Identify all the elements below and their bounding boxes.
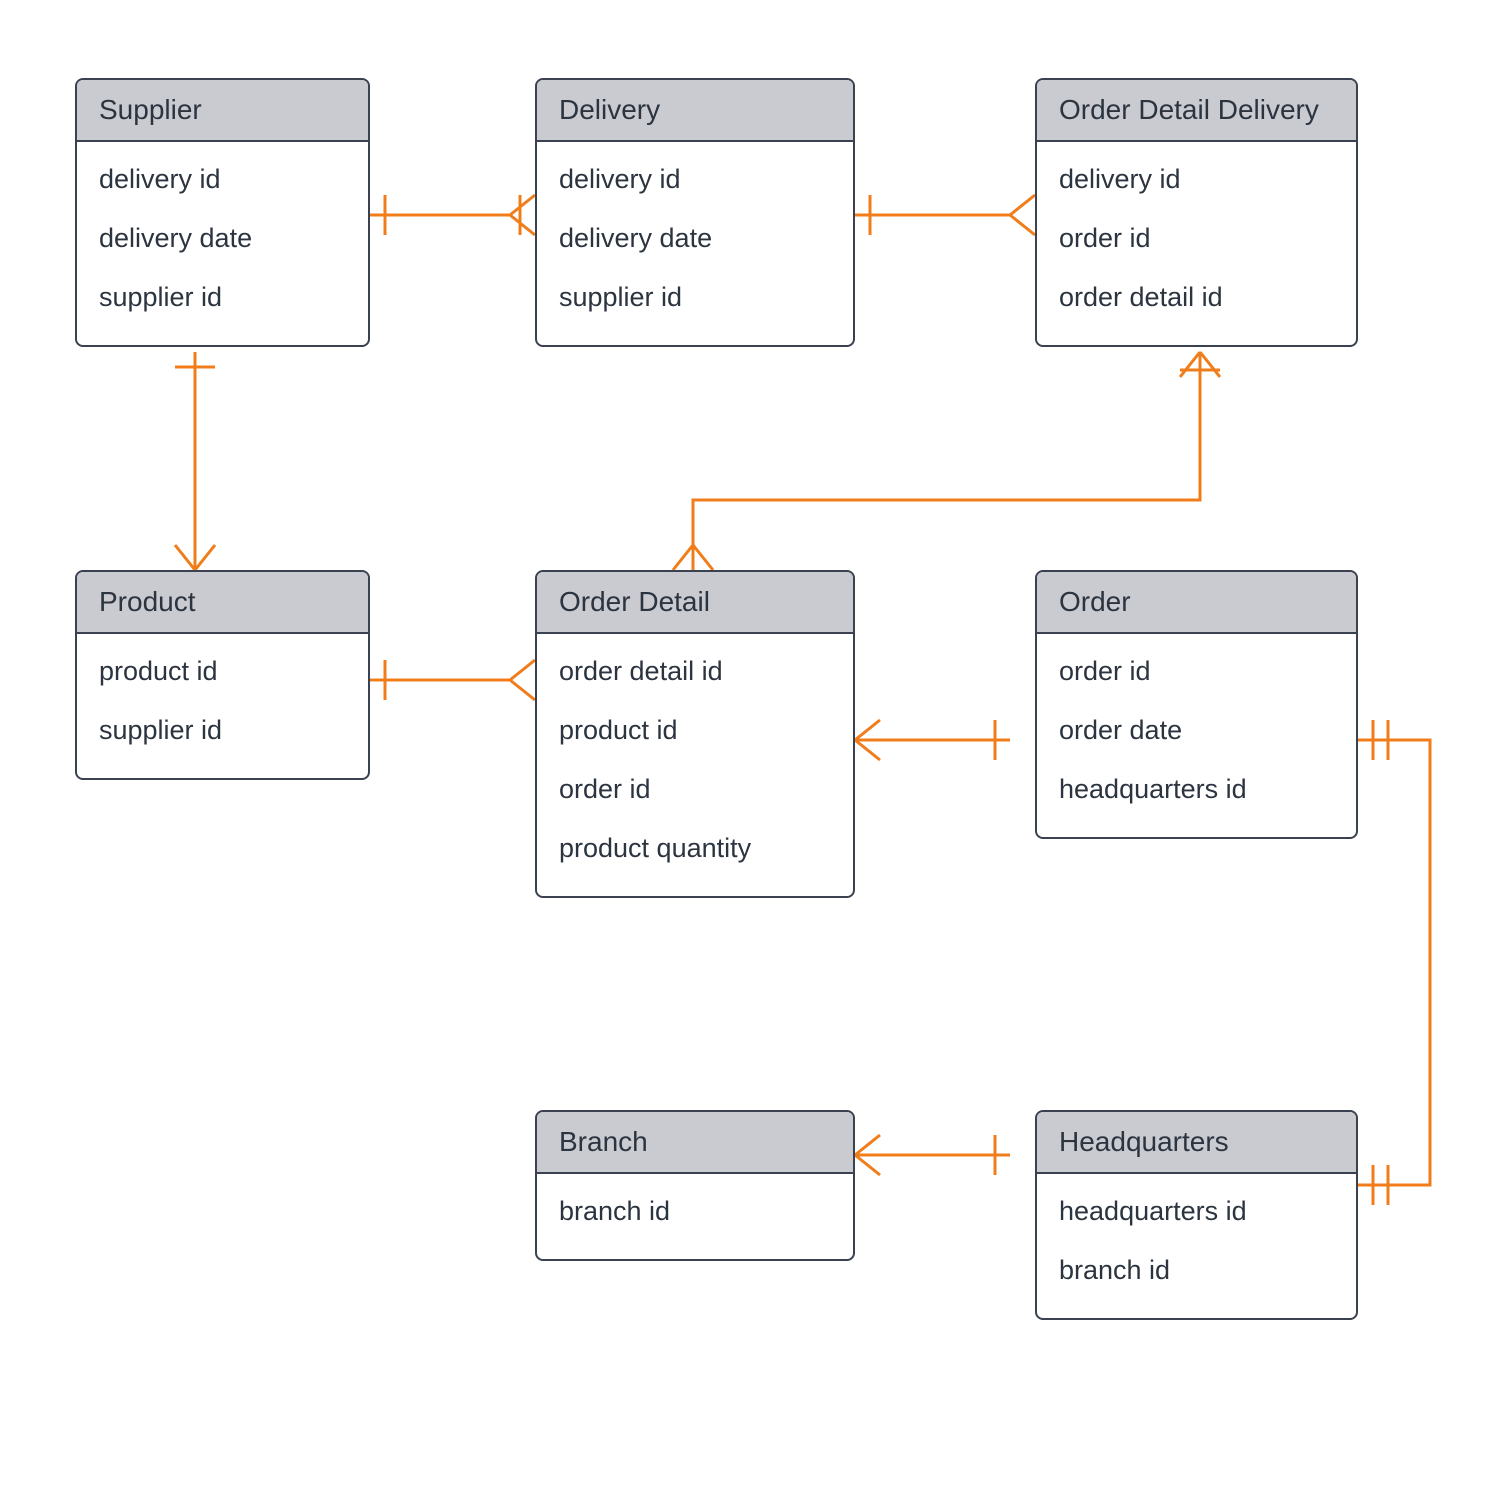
- entity-title: Delivery: [537, 80, 853, 142]
- entity-title: Order: [1037, 572, 1356, 634]
- entity-branch[interactable]: Branch branch id: [535, 1110, 855, 1261]
- entity-attribute: supplier id: [559, 268, 831, 327]
- entity-title: Product: [77, 572, 368, 634]
- entity-attribute: product quantity: [559, 819, 831, 878]
- entity-order-detail[interactable]: Order Detail order detail id product id …: [535, 570, 855, 898]
- entity-title: Order Detail Delivery: [1037, 80, 1356, 142]
- entity-attribute: order detail id: [559, 642, 831, 701]
- entity-order-detail-delivery[interactable]: Order Detail Delivery delivery id order …: [1035, 78, 1358, 347]
- entity-attribute: order date: [1059, 701, 1334, 760]
- entity-attribute: product id: [559, 701, 831, 760]
- entity-attribute: delivery id: [99, 150, 346, 209]
- entity-title: Headquarters: [1037, 1112, 1356, 1174]
- entity-attribute: order detail id: [1059, 268, 1334, 327]
- er-diagram-canvas: Supplier delivery id delivery date suppl…: [0, 0, 1500, 1500]
- entity-supplier[interactable]: Supplier delivery id delivery date suppl…: [75, 78, 370, 347]
- entity-attribute: supplier id: [99, 701, 346, 760]
- entity-product[interactable]: Product product id supplier id: [75, 570, 370, 780]
- entity-body: order detail id product id order id prod…: [537, 634, 853, 896]
- entity-body: headquarters id branch id: [1037, 1174, 1356, 1318]
- entity-title: Branch: [537, 1112, 853, 1174]
- entity-delivery[interactable]: Delivery delivery id delivery date suppl…: [535, 78, 855, 347]
- entity-attribute: delivery id: [559, 150, 831, 209]
- entity-attribute: delivery date: [99, 209, 346, 268]
- entity-attribute: delivery id: [1059, 150, 1334, 209]
- entity-headquarters[interactable]: Headquarters headquarters id branch id: [1035, 1110, 1358, 1320]
- entity-attribute: supplier id: [99, 268, 346, 327]
- entity-title: Order Detail: [537, 572, 853, 634]
- entity-attribute: branch id: [559, 1182, 831, 1241]
- entity-attribute: order id: [559, 760, 831, 819]
- entity-attribute: order id: [1059, 642, 1334, 701]
- entity-title: Supplier: [77, 80, 368, 142]
- entity-attribute: order id: [1059, 209, 1334, 268]
- entity-body: branch id: [537, 1174, 853, 1259]
- entity-order[interactable]: Order order id order date headquarters i…: [1035, 570, 1358, 839]
- entity-body: product id supplier id: [77, 634, 368, 778]
- entity-attribute: headquarters id: [1059, 760, 1334, 819]
- entity-body: delivery id order id order detail id: [1037, 142, 1356, 345]
- entity-body: delivery id delivery date supplier id: [77, 142, 368, 345]
- entity-attribute: product id: [99, 642, 346, 701]
- entity-attribute: branch id: [1059, 1241, 1334, 1300]
- entity-body: delivery id delivery date supplier id: [537, 142, 853, 345]
- entity-attribute: delivery date: [559, 209, 831, 268]
- entity-body: order id order date headquarters id: [1037, 634, 1356, 837]
- entity-attribute: headquarters id: [1059, 1182, 1334, 1241]
